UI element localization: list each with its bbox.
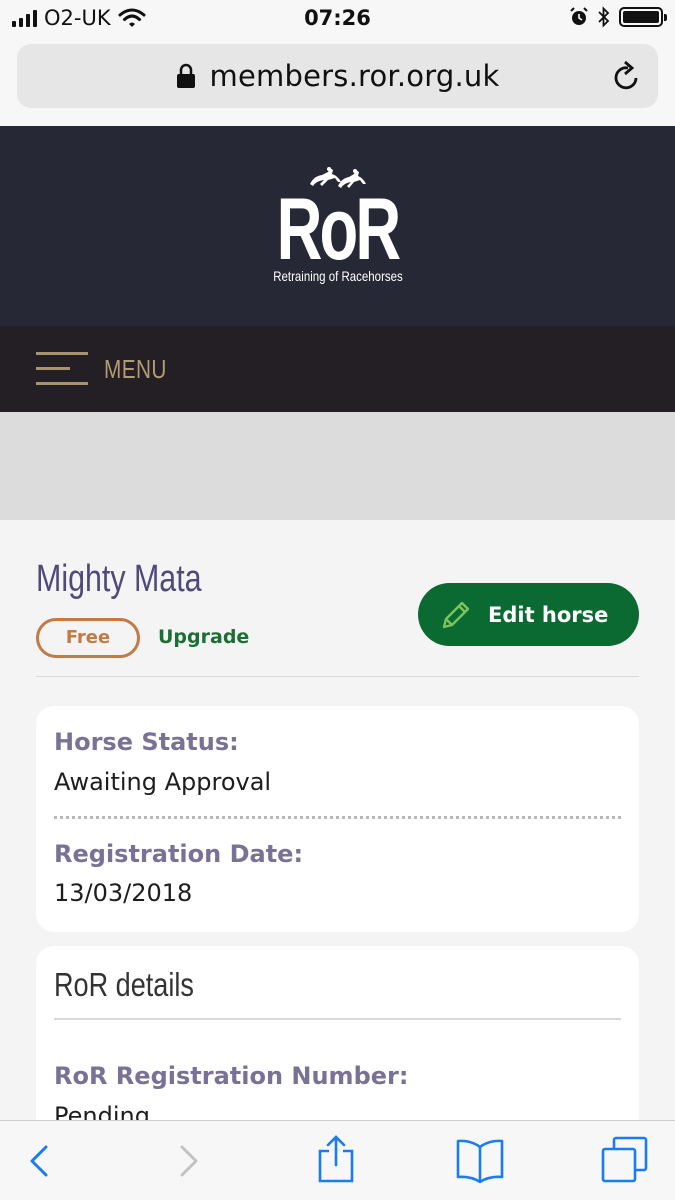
alarm-clock-icon [570,7,588,25]
pencil-icon [442,601,470,628]
logo-wordmark: RoR [276,179,401,278]
ror-logo[interactable]: RoR Retraining of Racehorses [0,164,675,284]
horse-name: Mighty Mata [36,558,202,600]
edit-horse-button[interactable]: Edit horse [418,583,639,646]
tabs-icon[interactable] [600,1135,650,1185]
edit-horse-label: Edit horse [488,602,609,627]
membership-badge: Free [36,618,140,658]
battery-fill [623,11,659,23]
status-card: Horse Status: Awaiting Approval Registra… [36,706,639,932]
browser-chrome: members.ror.org.uk [0,36,675,126]
horse-profile: Mighty Mata Free Upgrade Edit horse Hors… [0,520,675,1120]
ror-details-card: RoR details RoR Registration Number: Pen… [36,946,639,1120]
bluetooth-icon [598,6,610,28]
menu-bar[interactable]: MENU [0,326,675,412]
chevron-right-icon[interactable] [176,1139,202,1183]
lock-icon [176,63,195,88]
banner-area [0,412,675,520]
bookmarks-icon[interactable] [455,1137,505,1183]
menu-label[interactable]: MENU [104,354,167,385]
registration-date-value: 13/03/2018 [54,879,193,907]
url-display[interactable]: members.ror.org.uk [17,59,658,93]
status-right [569,6,667,28]
hamburger-icon[interactable] [36,352,88,386]
logo-subtitle: Retraining of Racehorses [272,268,403,284]
dotted-divider [54,816,621,819]
url-text: members.ror.org.uk [209,59,500,93]
ror-details-title: RoR details [54,966,194,1003]
upgrade-link[interactable]: Upgrade [158,626,249,648]
registration-date-label: Registration Date: [54,840,304,868]
battery-icon [619,7,667,27]
browser-toolbar [0,1120,675,1200]
registration-number-value: Pending [54,1102,150,1120]
share-icon[interactable] [316,1133,356,1185]
horse-status-label: Horse Status: [54,728,239,756]
reload-icon[interactable] [612,60,642,92]
address-bar[interactable]: members.ror.org.uk [17,44,658,108]
horse-status-value: Awaiting Approval [54,768,272,796]
registration-number-label: RoR Registration Number: [54,1062,409,1090]
card-title-divider [54,1018,621,1020]
site-header: RoR Retraining of Racehorses [0,126,675,326]
status-bar: O2-UK 07:26 [0,0,675,36]
section-divider [36,676,639,677]
chevron-left-icon[interactable] [26,1139,52,1183]
